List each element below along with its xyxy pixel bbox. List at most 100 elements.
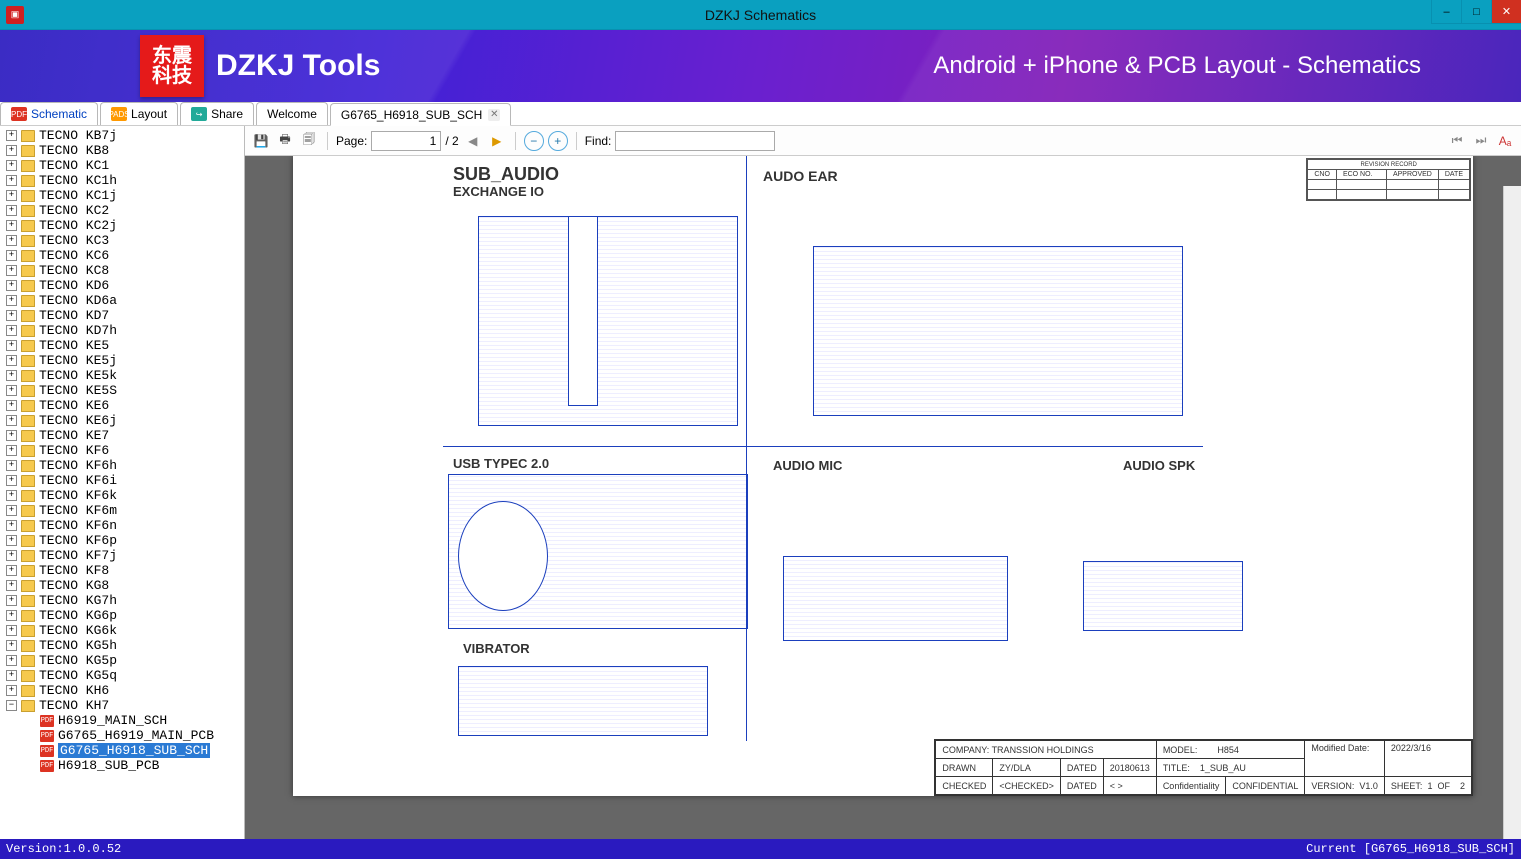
canvas-area[interactable]: REVISION RECORD CNO ECO NO. APPROVED DAT…: [245, 156, 1521, 839]
tree-file[interactable]: H6919_MAIN_SCH: [4, 713, 244, 728]
tree-folder[interactable]: TECNO KC3: [4, 233, 244, 248]
expand-icon[interactable]: [6, 190, 17, 201]
expand-icon[interactable]: [6, 205, 17, 216]
page-input[interactable]: [371, 131, 441, 151]
tree-folder[interactable]: TECNO KG8: [4, 578, 244, 593]
tree-folder[interactable]: TECNO KG5p: [4, 653, 244, 668]
expand-icon[interactable]: [6, 565, 17, 576]
expand-icon[interactable]: [6, 595, 17, 606]
expand-icon[interactable]: [6, 640, 17, 651]
zoom-out-icon[interactable]: −: [524, 131, 544, 151]
tree-folder[interactable]: TECNO KD6: [4, 278, 244, 293]
tree-folder[interactable]: TECNO KF6m: [4, 503, 244, 518]
minimize-button[interactable]: –: [1431, 0, 1461, 24]
tab-welcome[interactable]: Welcome: [256, 102, 328, 125]
expand-icon[interactable]: [6, 475, 17, 486]
expand-icon[interactable]: [6, 670, 17, 681]
expand-icon[interactable]: [6, 265, 17, 276]
tree-folder[interactable]: TECNO KF6n: [4, 518, 244, 533]
tree-folder[interactable]: TECNO KC6: [4, 248, 244, 263]
tree-folder[interactable]: TECNO KE5k: [4, 368, 244, 383]
tree-folder[interactable]: TECNO KD7: [4, 308, 244, 323]
expand-icon[interactable]: [6, 220, 17, 231]
tree-folder[interactable]: TECNO KG5q: [4, 668, 244, 683]
text-size-icon[interactable]: Aₐ: [1495, 131, 1515, 151]
tree-folder[interactable]: TECNO KE6: [4, 398, 244, 413]
tree-folder[interactable]: TECNO KG6k: [4, 623, 244, 638]
tree-file[interactable]: G6765_H6918_SUB_SCH: [4, 743, 244, 758]
expand-icon[interactable]: [6, 535, 17, 546]
print-icon[interactable]: 🖶: [275, 131, 295, 151]
tree-folder[interactable]: TECNO KC8: [4, 263, 244, 278]
tree-folder-open[interactable]: TECNO KH7: [4, 698, 244, 713]
expand-icon[interactable]: [6, 145, 17, 156]
tree-folder[interactable]: TECNO KE5: [4, 338, 244, 353]
skip-fwd-icon[interactable]: ⏭: [1471, 131, 1491, 151]
tree-folder[interactable]: TECNO KD6a: [4, 293, 244, 308]
close-button[interactable]: ✕: [1491, 0, 1521, 24]
expand-icon[interactable]: [6, 235, 17, 246]
tree-folder[interactable]: TECNO KE5S: [4, 383, 244, 398]
expand-icon[interactable]: [6, 355, 17, 366]
skip-back-icon[interactable]: ⏮: [1447, 131, 1467, 151]
scrollbar-vertical[interactable]: [1503, 186, 1521, 839]
tree-folder[interactable]: TECNO KF6h: [4, 458, 244, 473]
tab-layout[interactable]: PADS Layout: [100, 102, 178, 125]
expand-icon[interactable]: [6, 280, 17, 291]
expand-icon[interactable]: [6, 310, 17, 321]
expand-icon[interactable]: [6, 580, 17, 591]
tree-folder[interactable]: TECNO KF6p: [4, 533, 244, 548]
tree-folder[interactable]: TECNO KF7j: [4, 548, 244, 563]
expand-icon[interactable]: [6, 160, 17, 171]
find-input[interactable]: [615, 131, 775, 151]
tab-close-icon[interactable]: ✕: [488, 109, 500, 121]
expand-icon[interactable]: [6, 490, 17, 501]
expand-icon[interactable]: [6, 175, 17, 186]
collapse-icon[interactable]: [6, 700, 17, 711]
tree-folder[interactable]: TECNO KG5h: [4, 638, 244, 653]
expand-icon[interactable]: [6, 250, 17, 261]
model-tree[interactable]: TECNO KB7jTECNO KB8TECNO KC1TECNO KC1hTE…: [0, 126, 244, 839]
tree-folder[interactable]: TECNO KB7j: [4, 128, 244, 143]
tree-folder[interactable]: TECNO KE5j: [4, 353, 244, 368]
expand-icon[interactable]: [6, 340, 17, 351]
expand-icon[interactable]: [6, 325, 17, 336]
tab-share[interactable]: ↪ Share: [180, 102, 254, 125]
tree-folder[interactable]: TECNO KE7: [4, 428, 244, 443]
tree-folder[interactable]: TECNO KH6: [4, 683, 244, 698]
copy-icon[interactable]: 🗐: [299, 131, 319, 151]
tree-folder[interactable]: TECNO KF8: [4, 563, 244, 578]
prev-page-icon[interactable]: ◀: [463, 131, 483, 151]
tree-folder[interactable]: TECNO KB8: [4, 143, 244, 158]
next-page-icon[interactable]: ▶: [487, 131, 507, 151]
tab-document[interactable]: G6765_H6918_SUB_SCH ✕: [330, 103, 511, 126]
expand-icon[interactable]: [6, 685, 17, 696]
expand-icon[interactable]: [6, 610, 17, 621]
zoom-in-icon[interactable]: +: [548, 131, 568, 151]
expand-icon[interactable]: [6, 520, 17, 531]
expand-icon[interactable]: [6, 655, 17, 666]
tree-folder[interactable]: TECNO KC1: [4, 158, 244, 173]
tree-folder[interactable]: TECNO KC2: [4, 203, 244, 218]
expand-icon[interactable]: [6, 370, 17, 381]
tree-folder[interactable]: TECNO KG6p: [4, 608, 244, 623]
tree-folder[interactable]: TECNO KG7h: [4, 593, 244, 608]
maximize-button[interactable]: □: [1461, 0, 1491, 24]
expand-icon[interactable]: [6, 130, 17, 141]
tree-folder[interactable]: TECNO KF6k: [4, 488, 244, 503]
tree-folder[interactable]: TECNO KE6j: [4, 413, 244, 428]
tree-folder[interactable]: TECNO KC2j: [4, 218, 244, 233]
expand-icon[interactable]: [6, 445, 17, 456]
expand-icon[interactable]: [6, 400, 17, 411]
expand-icon[interactable]: [6, 625, 17, 636]
expand-icon[interactable]: [6, 550, 17, 561]
expand-icon[interactable]: [6, 505, 17, 516]
tree-folder[interactable]: TECNO KD7h: [4, 323, 244, 338]
tree-folder[interactable]: TECNO KF6i: [4, 473, 244, 488]
expand-icon[interactable]: [6, 385, 17, 396]
expand-icon[interactable]: [6, 415, 17, 426]
tab-schematic[interactable]: PDF Schematic: [0, 102, 98, 125]
tree-folder[interactable]: TECNO KC1j: [4, 188, 244, 203]
expand-icon[interactable]: [6, 295, 17, 306]
expand-icon[interactable]: [6, 460, 17, 471]
